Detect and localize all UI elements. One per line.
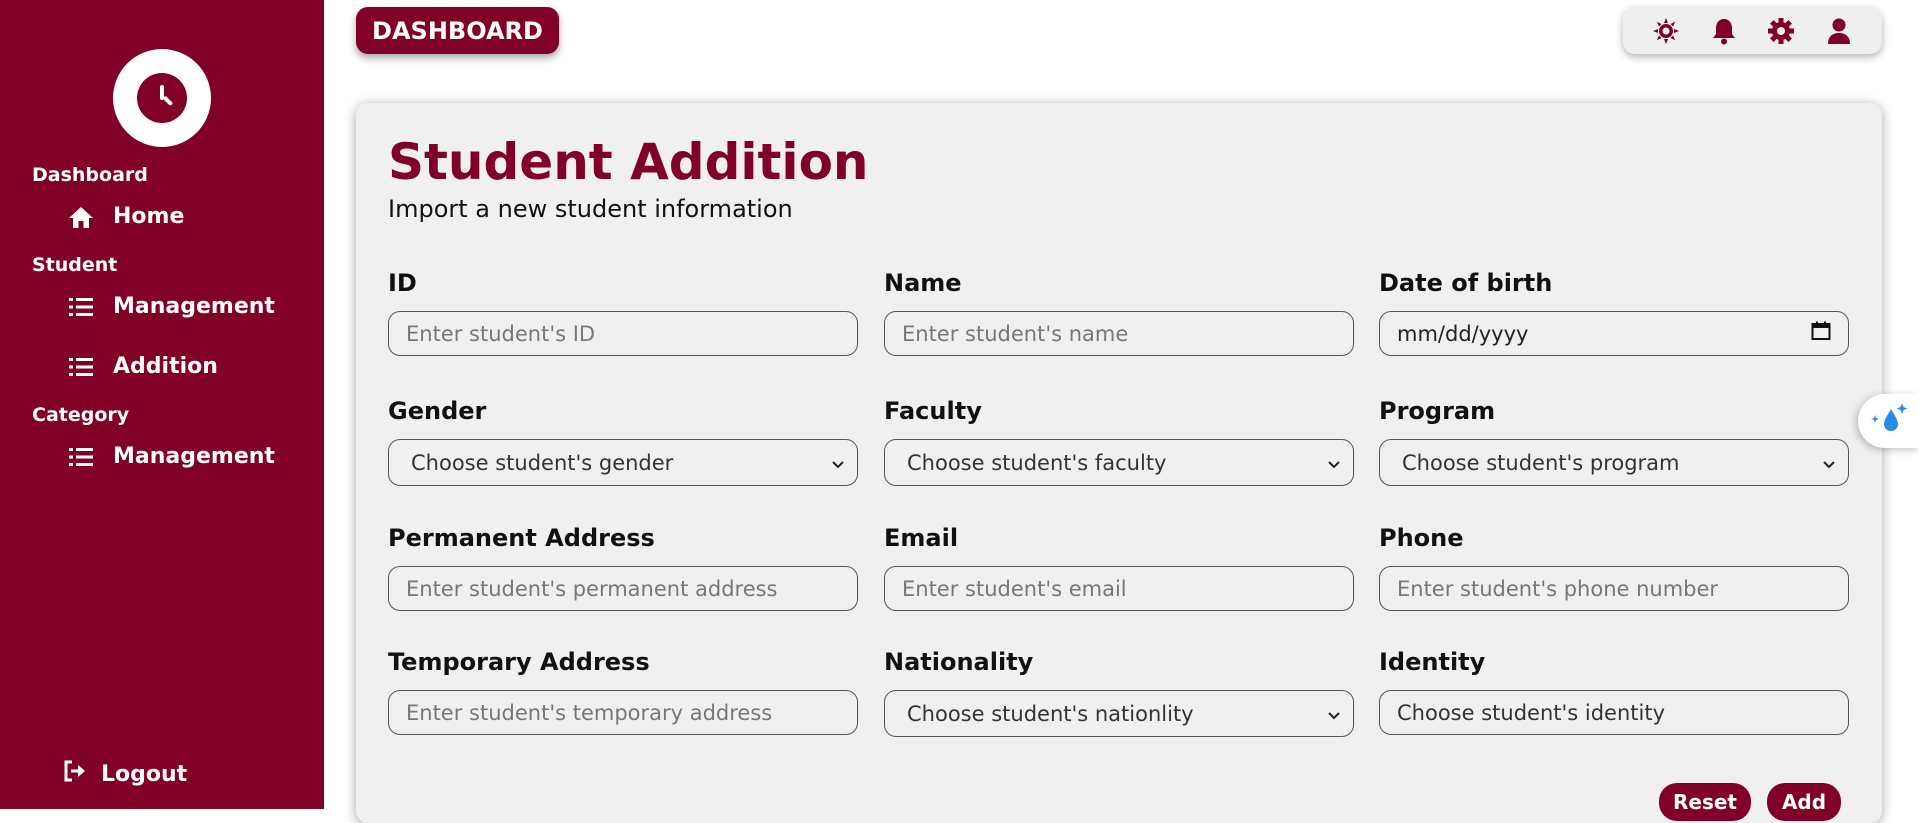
select-value: Choose student's faculty: [907, 450, 1167, 475]
field-gender: Gender Choose student's gender: [388, 397, 858, 486]
field-label: Nationality: [884, 648, 1034, 676]
sidebar-item-label: Home: [113, 204, 185, 229]
field-permanent-address: Permanent Address Enter student's perman…: [388, 524, 858, 611]
student-addition-card: Student Addition Import a new student in…: [356, 103, 1882, 823]
home-icon: [68, 205, 94, 229]
date-placeholder: mm/dd/yyyy: [1397, 321, 1529, 346]
page-subtitle: Import a new student information: [388, 195, 793, 223]
sidebar-section-student: Student: [32, 254, 118, 276]
chevron-down-icon: [1327, 451, 1341, 475]
extension-widget[interactable]: [1858, 394, 1919, 448]
nationality-select[interactable]: Choose student's nationlity: [884, 690, 1354, 737]
field-label: Gender: [388, 397, 487, 425]
page-title: Student Addition: [388, 133, 869, 191]
logout-button[interactable]: Logout: [63, 760, 187, 788]
sidebar-item-student-addition[interactable]: Addition: [68, 354, 218, 379]
reset-button[interactable]: Reset: [1659, 783, 1751, 821]
field-phone: Phone Enter student's phone number: [1379, 524, 1849, 611]
sidebar-item-category-management[interactable]: Management: [68, 444, 275, 469]
field-label: Name: [884, 269, 962, 297]
field-faculty: Faculty Choose student's faculty: [884, 397, 1354, 486]
field-email: Email Enter student's email: [884, 524, 1354, 611]
field-temporary-address: Temporary Address Enter student's tempor…: [388, 648, 858, 735]
add-button[interactable]: Add: [1767, 783, 1841, 821]
field-label: Program: [1379, 397, 1496, 425]
field-date-of-birth: Date of birth mm/dd/yyyy: [1379, 269, 1849, 356]
temporary-address-input[interactable]: Enter student's temporary address: [388, 690, 858, 735]
select-value: Choose student's gender: [411, 450, 674, 475]
list-icon: [68, 447, 94, 467]
program-select[interactable]: Choose student's program: [1379, 439, 1849, 486]
field-nationality: Nationality Choose student's nationlity: [884, 648, 1354, 737]
sidebar-item-home[interactable]: Home: [68, 204, 184, 229]
topbar-icons: [1623, 7, 1882, 54]
sidebar: Dashboard Home Student Management Additi…: [0, 0, 324, 809]
sidebar-section-category: Category: [32, 404, 130, 426]
select-value: Choose student's program: [1402, 450, 1680, 475]
sidebar-item-label: Addition: [113, 354, 218, 379]
field-label: Identity: [1379, 648, 1486, 676]
field-name: Name Enter student's name: [884, 269, 1354, 356]
list-icon: [68, 297, 94, 317]
chevron-down-icon: [1822, 451, 1836, 475]
email-input[interactable]: Enter student's email: [884, 566, 1354, 611]
chevron-down-icon: [831, 451, 845, 475]
field-label: Email: [884, 524, 959, 552]
faculty-select[interactable]: Choose student's faculty: [884, 439, 1354, 486]
gender-select[interactable]: Choose student's gender: [388, 439, 858, 486]
field-label: Permanent Address: [388, 524, 655, 552]
dashboard-button[interactable]: DASHBOARD: [356, 7, 559, 54]
sidebar-section-dashboard: Dashboard: [32, 164, 148, 186]
sidebar-item-label: Management: [113, 294, 275, 319]
identity-input[interactable]: Choose student's identity: [1379, 690, 1849, 735]
field-label: Phone: [1379, 524, 1464, 552]
sidebar-item-student-management[interactable]: Management: [68, 294, 275, 319]
chevron-down-icon: [1327, 702, 1341, 726]
field-label: Temporary Address: [388, 648, 650, 676]
field-program: Program Choose student's program: [1379, 397, 1849, 486]
calendar-icon[interactable]: [1811, 321, 1831, 346]
phone-input[interactable]: Enter student's phone number: [1379, 566, 1849, 611]
list-icon: [68, 357, 94, 377]
field-id: ID Enter student's ID: [388, 269, 858, 356]
sun-icon[interactable]: [1650, 15, 1682, 47]
field-identity: Identity Choose student's identity: [1379, 648, 1849, 735]
bell-icon[interactable]: [1708, 15, 1740, 47]
field-label: Date of birth: [1379, 269, 1553, 297]
name-input[interactable]: Enter student's name: [884, 311, 1354, 356]
field-label: Faculty: [884, 397, 982, 425]
user-icon[interactable]: [1823, 15, 1855, 47]
date-of-birth-input[interactable]: mm/dd/yyyy: [1379, 311, 1849, 356]
gear-icon[interactable]: [1765, 15, 1797, 47]
clock-logo-icon: [113, 49, 211, 147]
id-input[interactable]: Enter student's ID: [388, 311, 858, 356]
sidebar-item-label: Management: [113, 444, 275, 469]
permanent-address-input[interactable]: Enter student's permanent address: [388, 566, 858, 611]
select-value: Choose student's nationlity: [907, 701, 1194, 726]
logout-icon: [63, 760, 87, 788]
field-label: ID: [388, 269, 417, 297]
water-drop-sparkle-icon: [1869, 401, 1909, 441]
logout-label: Logout: [101, 761, 188, 787]
